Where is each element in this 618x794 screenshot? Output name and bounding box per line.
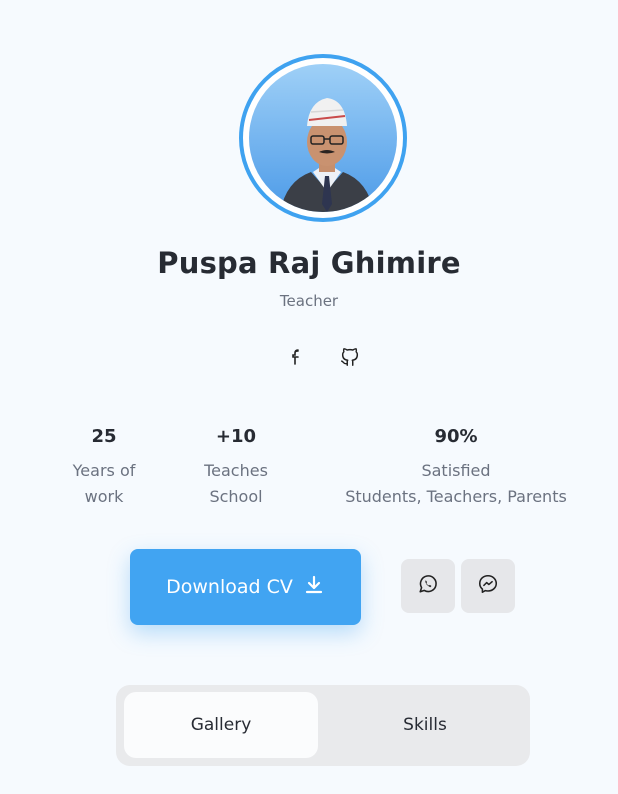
stat-schools-value: +10 xyxy=(215,426,257,447)
stat-years-value: 25 xyxy=(91,426,117,447)
whatsapp-icon xyxy=(417,573,439,599)
facebook-icon[interactable] xyxy=(285,346,307,368)
stat-years-label: Years of work xyxy=(72,461,136,506)
whatsapp-button[interactable] xyxy=(401,559,455,613)
messenger-icon xyxy=(477,573,499,599)
github-icon[interactable] xyxy=(339,346,361,368)
stat-schools-label: Teaches School xyxy=(204,461,268,506)
avatar-ring xyxy=(239,54,407,222)
stat-satisfied-value: 90% xyxy=(434,426,478,447)
tab-skills[interactable]: Skills xyxy=(328,692,522,758)
messenger-button[interactable] xyxy=(461,559,515,613)
tab-bar: Gallery Skills xyxy=(116,685,530,766)
download-cv-label: Download CV xyxy=(166,576,293,598)
stat-satisfied-label: Satisfied Students, Teachers, Parents xyxy=(345,461,567,506)
profile-role: Teacher xyxy=(279,292,339,310)
profile-name: Puspa Raj Ghimire xyxy=(157,246,461,280)
tab-gallery[interactable]: Gallery xyxy=(124,692,318,758)
download-icon xyxy=(303,574,325,601)
download-cv-button[interactable]: Download CV xyxy=(130,549,361,625)
avatar-photo xyxy=(280,98,374,212)
avatar xyxy=(249,64,397,212)
